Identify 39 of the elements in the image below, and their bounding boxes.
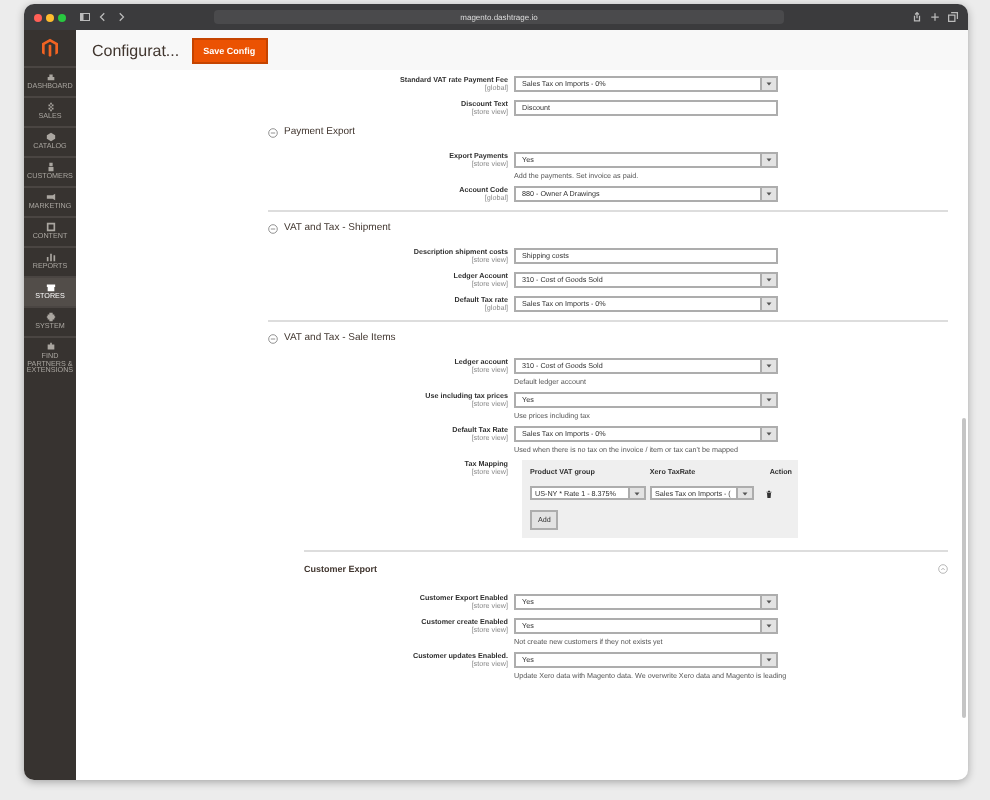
caret-icon	[742, 491, 748, 496]
caret-icon	[766, 192, 772, 197]
minimize-button[interactable]	[46, 13, 54, 21]
nav-icon	[45, 341, 55, 352]
caret-icon	[766, 658, 772, 663]
sidebar-toggle-icon[interactable]	[80, 12, 90, 22]
caret-icon	[766, 364, 772, 369]
share-icon[interactable]	[912, 12, 922, 22]
forward-icon[interactable]	[116, 12, 126, 22]
logo-icon[interactable]	[42, 38, 58, 58]
zoom-button[interactable]	[58, 13, 66, 21]
nav-icon	[45, 311, 55, 322]
collapse-icon[interactable]	[268, 127, 278, 138]
caret-icon	[766, 398, 772, 403]
nav-icon	[45, 191, 55, 202]
caret-icon	[766, 600, 772, 605]
caret-icon	[766, 624, 772, 629]
caret-icon	[766, 278, 772, 283]
back-icon[interactable]	[98, 12, 108, 22]
collapse-icon[interactable]	[268, 333, 278, 344]
caret-icon	[766, 158, 772, 163]
delete-icon[interactable]	[766, 489, 772, 499]
nav-icon	[45, 72, 55, 82]
nav-icon	[45, 281, 55, 292]
nav-icon	[45, 161, 55, 172]
scrollbar[interactable]	[962, 418, 966, 718]
collapse-icon[interactable]	[268, 223, 278, 234]
close-button[interactable]	[34, 13, 42, 21]
caret-icon	[766, 432, 772, 437]
page-title: Configurat...	[92, 41, 180, 59]
caret-icon	[766, 82, 772, 86]
caret-icon	[766, 302, 772, 307]
nav-icon	[45, 221, 55, 232]
nav-icon	[45, 131, 55, 142]
caret-icon	[634, 491, 640, 496]
nav-icon	[45, 101, 55, 112]
nav-icon	[45, 251, 55, 262]
new-tab-icon[interactable]	[930, 12, 940, 22]
tabs-icon[interactable]	[948, 12, 958, 22]
